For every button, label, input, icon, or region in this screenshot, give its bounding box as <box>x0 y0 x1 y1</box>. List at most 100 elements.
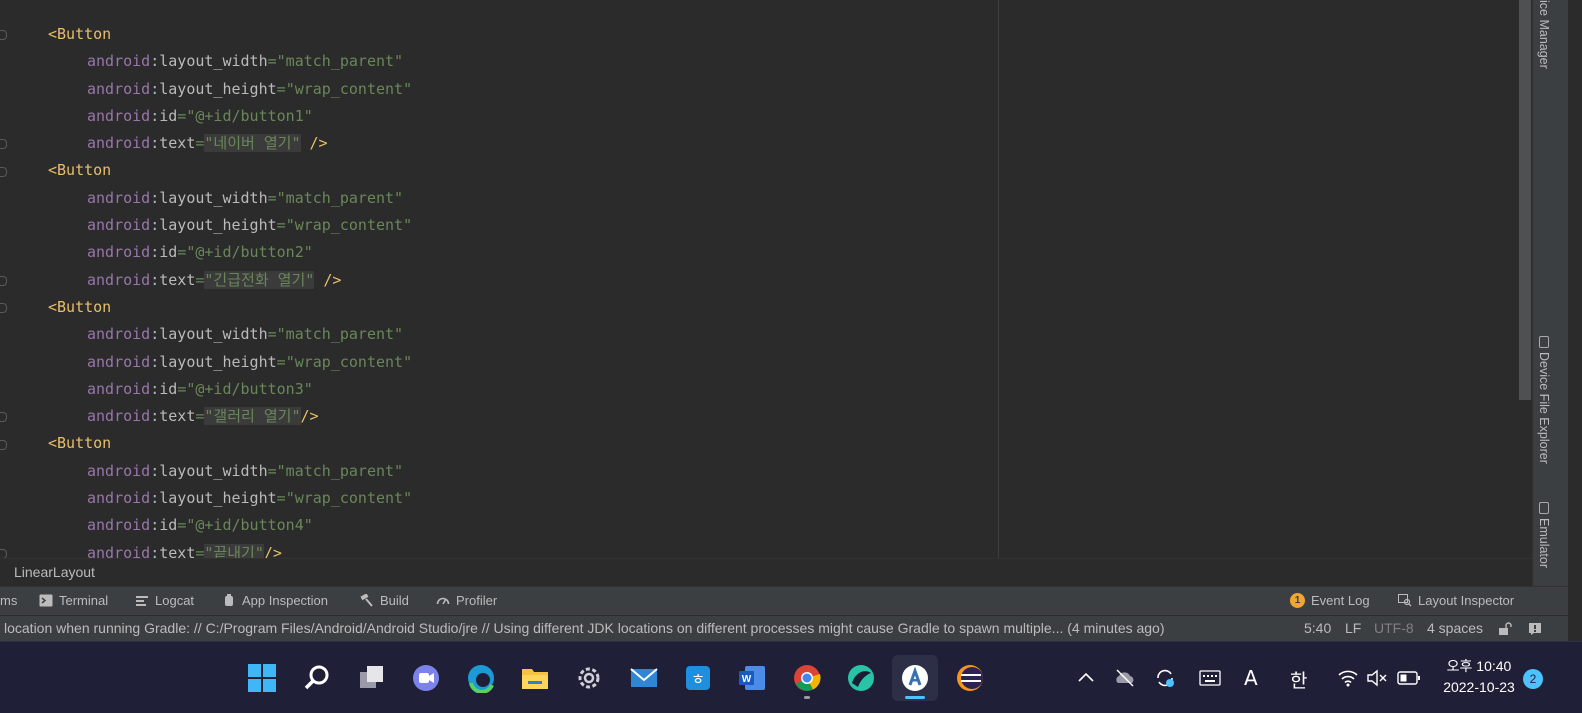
breadcrumb: LinearLayout <box>0 558 1532 586</box>
code-line[interactable]: android:layout_width="match_parent" <box>0 48 998 75</box>
tab-emulator[interactable]: Emulator <box>1537 502 1551 568</box>
problems-label: ms <box>0 593 18 608</box>
xml-namespace: android <box>87 543 151 558</box>
code-line[interactable]: android:layout_height="wrap_content" <box>0 485 998 512</box>
vertical-scrollbar[interactable] <box>1519 0 1531 400</box>
namespace-separator: : <box>150 461 160 480</box>
file-encoding[interactable]: UTF-8 <box>1374 620 1414 636</box>
search-button[interactable] <box>294 655 340 701</box>
android-studio-button[interactable] <box>892 655 938 701</box>
code-line[interactable]: android:id="@+id/button1" <box>0 103 998 130</box>
xml-namespace: android <box>87 270 151 289</box>
caret-position[interactable]: 5:40 <box>1304 620 1331 636</box>
unlock-icon[interactable] <box>1498 622 1512 636</box>
code-line[interactable]: android:layout_height="wrap_content" <box>0 212 998 239</box>
battery-icon[interactable] <box>1397 670 1421 686</box>
code-editor[interactable]: <Button android:layout_width="match_paren… <box>0 0 1532 558</box>
task-view-button[interactable] <box>349 655 395 701</box>
clock[interactable]: 오후 10:40 2022-10-23 <box>1432 656 1526 698</box>
line-separator[interactable]: LF <box>1345 620 1361 636</box>
tool-window-layout-inspector[interactable]: Layout Inspector <box>1398 593 1514 608</box>
android-studio-bird-icon <box>848 665 874 691</box>
equals-sign: = <box>267 325 277 344</box>
code-line[interactable]: <Button <box>0 430 998 457</box>
code-line[interactable]: android:id="@+id/button2" <box>0 239 998 266</box>
notification-badge[interactable]: 2 <box>1523 669 1543 689</box>
tool-window-build[interactable]: Build <box>360 593 409 608</box>
code-line[interactable]: android:layout_width="match_parent" <box>0 185 998 212</box>
xml-attribute-name: layout_height <box>159 352 277 371</box>
mail-button[interactable] <box>621 655 667 701</box>
xml-tag: <Button <box>48 25 112 43</box>
file-explorer-button[interactable] <box>512 655 558 701</box>
code-line[interactable]: android:id="@+id/button4" <box>0 512 998 539</box>
status-message[interactable]: location when running Gradle: // C:/Prog… <box>4 620 1268 636</box>
app-inspection-icon <box>225 594 233 606</box>
breadcrumb-item-linearlayout[interactable]: LinearLayout <box>14 564 95 580</box>
tab-device-manager[interactable]: ice Manager <box>1537 0 1551 69</box>
namespace-separator: : <box>150 489 160 508</box>
right-margin-guide <box>998 0 999 558</box>
hammer-icon <box>360 594 373 607</box>
namespace-separator: : <box>150 325 160 344</box>
code-line[interactable]: android:text="끝내기"/> <box>0 540 998 558</box>
tool-window-app-inspection[interactable]: App Inspection <box>222 593 328 608</box>
wifi-icon[interactable] <box>1337 668 1359 688</box>
keyboard-icon[interactable] <box>1199 670 1221 686</box>
chat-button[interactable] <box>403 655 449 701</box>
equals-sign: = <box>276 79 286 98</box>
settings-button[interactable] <box>566 655 612 701</box>
ime-language[interactable]: 한 <box>1290 666 1307 693</box>
code-line[interactable]: android:layout_height="wrap_content" <box>0 76 998 103</box>
word-button[interactable]: W <box>729 655 775 701</box>
indent-setting[interactable]: 4 spaces <box>1427 620 1483 636</box>
chevron-up-icon[interactable] <box>1077 670 1095 684</box>
start-button[interactable] <box>239 655 285 701</box>
xml-attribute-name: layout_width <box>159 325 268 344</box>
chrome-button[interactable] <box>784 655 830 701</box>
tool-window-profiler[interactable]: Profiler <box>436 593 497 608</box>
code-line[interactable]: android:layout_width="match_parent" <box>0 321 998 348</box>
code-line[interactable]: <Button <box>0 157 998 184</box>
logcat-label: Logcat <box>155 593 195 608</box>
android-studio-bird-button[interactable] <box>838 655 884 701</box>
tag-close: /> <box>263 543 282 558</box>
edge-button[interactable] <box>458 655 504 701</box>
phone-icon <box>1539 336 1549 348</box>
profiler-label: Profiler <box>456 593 498 608</box>
code-line[interactable]: <Button <box>0 294 998 321</box>
xml-attribute-value: "@+id/button2" <box>186 243 313 262</box>
tool-window-event-log[interactable]: 1 Event Log <box>1290 593 1370 608</box>
clock-time: 오후 10:40 <box>1446 658 1512 674</box>
code-line[interactable]: <Button <box>0 21 998 48</box>
code-line[interactable]: android:text="갤러리 열기"/> <box>0 403 998 430</box>
device-file-explorer-label: Device File Explorer <box>1537 352 1551 464</box>
sync-icon[interactable] <box>1154 667 1176 689</box>
clock-date: 2022-10-23 <box>1443 679 1515 695</box>
xml-namespace: android <box>87 516 151 535</box>
svg-text:ㅎ: ㅎ <box>691 670 705 688</box>
tab-device-file-explorer[interactable]: Device File Explorer <box>1537 336 1551 464</box>
volume-muted-icon[interactable] <box>1366 668 1388 688</box>
equals-sign: = <box>267 188 277 207</box>
tag-close: /> <box>300 407 319 426</box>
ime-mode-letter[interactable]: A <box>1244 666 1258 690</box>
hancom-button[interactable]: ㅎ <box>675 655 721 701</box>
code-line[interactable]: android:text="네이버 열기" /> <box>0 130 998 157</box>
tool-window-problems[interactable]: ms <box>0 593 17 608</box>
equals-sign: = <box>177 379 187 398</box>
code-line[interactable]: android:id="@+id/button3" <box>0 376 998 403</box>
emulator-label: Emulator <box>1537 518 1551 569</box>
namespace-separator: : <box>150 134 160 153</box>
chrome-icon <box>794 665 821 691</box>
tool-window-logcat[interactable]: Logcat <box>135 593 194 608</box>
eclipse-button[interactable] <box>947 655 993 701</box>
code-line[interactable]: android:layout_width="match_parent" <box>0 458 998 485</box>
code-line[interactable]: android:layout_height="wrap_content" <box>0 349 998 376</box>
onedrive-offline-icon[interactable] <box>1114 668 1136 688</box>
xml-attribute-value: "match_parent" <box>276 325 404 344</box>
code-content[interactable]: <Button android:layout_width="match_paren… <box>0 21 998 558</box>
tool-window-terminal[interactable]: Terminal <box>39 593 108 608</box>
memory-indicator-icon[interactable] <box>1528 622 1542 636</box>
code-line[interactable]: android:text="긴급전화 열기" /> <box>0 267 998 294</box>
